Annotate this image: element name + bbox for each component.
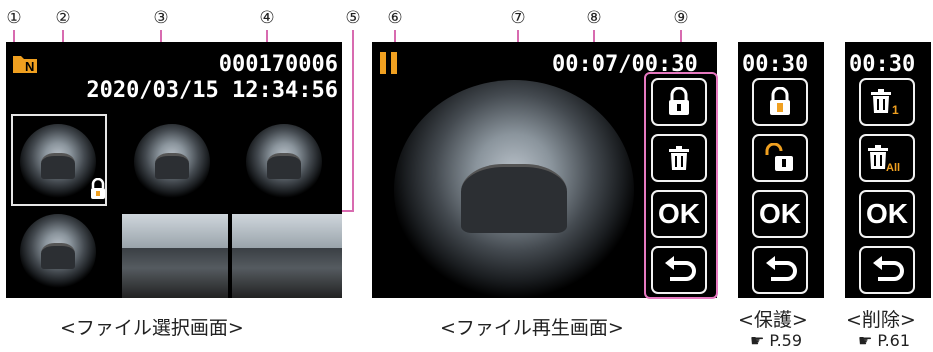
caption-protect: <保護> [738,309,808,331]
protect-off-button[interactable] [752,134,808,182]
protect-on-button[interactable] [752,78,808,126]
file-number: 000170006 [218,52,338,77]
thumbnail-6[interactable] [232,214,342,298]
callout-8: ⑧ [586,8,602,28]
callout-6: ⑥ [387,8,403,28]
callout-4: ④ [259,8,275,28]
caption-file-select: <ファイル選択画面> [60,317,244,339]
delete-all-button[interactable]: All [859,134,915,182]
page-ref-delete[interactable]: ☛ P.61 [858,331,910,350]
back-arrow-icon [873,256,904,281]
leader-line-5 [352,30,354,212]
pause-icon [380,52,398,74]
svg-text:All: All [886,162,900,172]
file-datetime: 2020/03/15 12:34:56 [86,78,338,103]
caption-file-play: <ファイル再生画面> [440,317,624,339]
caption-delete: <削除> [846,309,916,331]
ok-button[interactable]: OK [651,190,707,238]
svg-text:1: 1 [892,103,899,116]
protect-menu-screen: 00:30 OK [738,42,824,298]
lock-icon [669,87,689,115]
lock-icon [770,87,790,115]
protect-time: 00:30 [742,52,809,77]
thumbnail-3[interactable] [246,124,322,200]
back-arrow-icon [665,256,696,281]
callout-2: ② [55,8,71,28]
unlock-icon [765,143,793,171]
protect-button[interactable] [651,78,707,126]
delete-button[interactable] [651,134,707,182]
delete-back-button[interactable] [859,246,915,294]
trash-one-icon: 1 [871,89,899,116]
callout-7: ⑦ [510,8,526,28]
lock-icon [91,178,105,199]
delete-time: 00:30 [849,52,916,77]
back-button[interactable] [651,246,707,294]
file-select-screen: N 000170006 2020/03/15 12:34:56 [6,42,342,298]
thumbnail-2[interactable] [134,124,210,200]
callout-9: ⑨ [673,8,689,28]
thumbnail-5[interactable] [122,214,228,298]
delete-menu-screen: 00:30 1 All OK [845,42,931,298]
back-arrow-icon [766,256,797,281]
trash-icon [669,146,689,170]
trash-all-icon: All [868,145,900,172]
svg-text:N: N [25,59,34,74]
callout-3: ③ [153,8,169,28]
delete-one-button[interactable]: 1 [859,78,915,126]
playback-video [394,80,634,298]
delete-ok-button[interactable]: OK [859,190,915,238]
callout-5: ⑤ [345,8,361,28]
folder-icon: N [13,56,37,74]
thumbnail-4[interactable] [20,214,96,290]
protect-back-button[interactable] [752,246,808,294]
callout-1: ① [6,8,22,28]
protect-ok-button[interactable]: OK [752,190,808,238]
page-ref-protect[interactable]: ☛ P.59 [750,331,802,350]
